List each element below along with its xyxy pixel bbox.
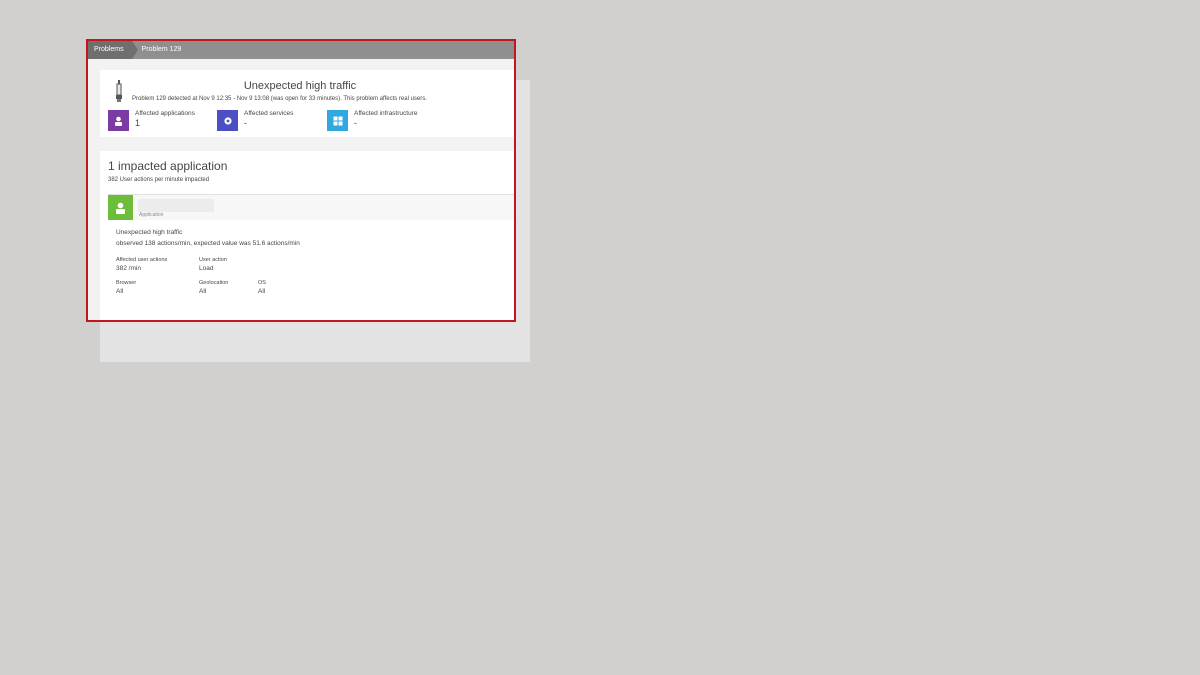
impact-applications-value: 1 bbox=[135, 118, 141, 128]
breadcrumb: Problems Problem 129 bbox=[88, 41, 514, 59]
user-action-value: Load bbox=[199, 265, 214, 272]
application-panel: Application Unexpected high traffic obse… bbox=[108, 194, 514, 320]
event-description: observed 138 actions/min, expected value… bbox=[116, 240, 300, 247]
impact-infrastructure-value: - bbox=[354, 118, 357, 128]
application-name-redacted[interactable] bbox=[138, 199, 214, 212]
event-title: Unexpected high traffic bbox=[116, 229, 183, 236]
impacted-heading: 1 impacted application bbox=[108, 159, 228, 173]
browser-label: Browser bbox=[116, 280, 137, 286]
user-icon bbox=[116, 202, 125, 214]
geolocation: Geolocation All bbox=[199, 280, 228, 296]
problem-subtitle: Problem 129 detected at Nov 9 12:35 - No… bbox=[132, 96, 427, 102]
impact-applications-label: Affected applications bbox=[135, 110, 195, 117]
impact-services-label: Affected services bbox=[244, 110, 294, 117]
impact-services[interactable]: Affected services - bbox=[217, 110, 293, 132]
impact-infrastructure[interactable]: Affected infrastructure - bbox=[327, 110, 417, 132]
breadcrumb-problem-129[interactable]: Problem 129 bbox=[132, 41, 188, 59]
impacted-applications-card: 1 impacted application 382 User actions … bbox=[100, 151, 514, 320]
affected-user-actions-label: Affected user actions bbox=[116, 257, 168, 263]
user-action-label: User action bbox=[199, 257, 227, 263]
problem-title: Unexpected high traffic bbox=[243, 80, 357, 92]
user-icon bbox=[108, 110, 129, 131]
application-header[interactable]: Application bbox=[108, 195, 514, 220]
browser: Browser All bbox=[116, 280, 136, 296]
os-label: OS bbox=[258, 280, 266, 286]
application-avatar bbox=[108, 195, 133, 220]
geolocation-label: Geolocation bbox=[199, 280, 229, 286]
os: OS All bbox=[258, 280, 266, 296]
impacted-subheading: 382 User actions per minute impacted bbox=[108, 177, 210, 183]
geolocation-value: All bbox=[199, 288, 207, 295]
affected-user-actions: Affected user actions 382 /min bbox=[116, 257, 167, 273]
application-type-label: Application bbox=[139, 212, 164, 218]
user-action: User action Load bbox=[199, 257, 227, 273]
grid-icon bbox=[327, 110, 348, 131]
os-value: All bbox=[258, 288, 266, 295]
highlight-frame: Problems Problem 129 Unexpected high tra… bbox=[86, 39, 516, 322]
affected-user-actions-value: 382 /min bbox=[116, 265, 141, 272]
impact-services-value: - bbox=[244, 118, 247, 128]
browser-value: All bbox=[116, 288, 124, 295]
problem-summary-card: Unexpected high traffic Problem 129 dete… bbox=[100, 70, 514, 137]
impact-applications[interactable]: Affected applications 1 bbox=[108, 110, 195, 132]
gear-icon bbox=[217, 110, 238, 131]
breadcrumb-problems[interactable]: Problems bbox=[88, 41, 138, 59]
impact-infrastructure-label: Affected infrastructure bbox=[354, 110, 418, 117]
